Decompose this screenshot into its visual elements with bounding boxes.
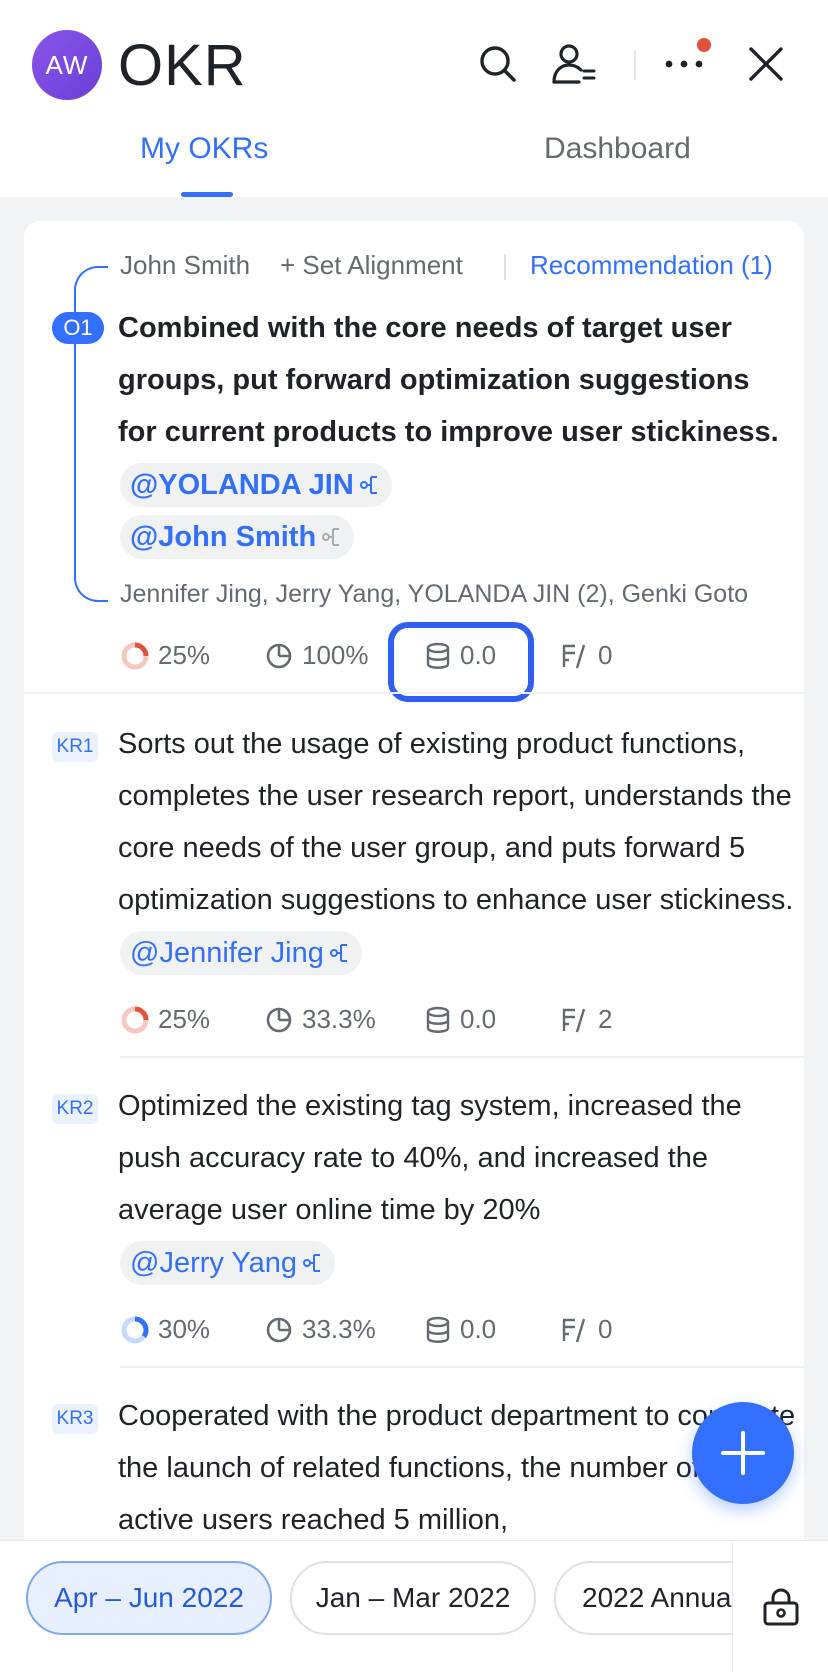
kr2-comments-stat[interactable]: 0 bbox=[560, 1314, 612, 1345]
kr2-text[interactable]: Optimized the existing tag system, incre… bbox=[118, 1080, 788, 1288]
progress-ring-icon bbox=[121, 1006, 149, 1033]
avatar[interactable]: AW bbox=[32, 30, 102, 100]
score-stack-icon bbox=[426, 1316, 450, 1343]
objective-owner[interactable]: John Smith bbox=[120, 250, 250, 281]
score-stack-icon bbox=[426, 1006, 450, 1033]
pie-chart-icon bbox=[266, 1317, 292, 1342]
comments-stat[interactable]: 0 bbox=[560, 640, 612, 671]
mention-yolanda-jin[interactable]: @YOLANDA JIN bbox=[120, 463, 392, 508]
app-header: AW OKR My OKRs Dashboard bbox=[0, 0, 828, 197]
weight-value: 33.3% bbox=[302, 1004, 376, 1034]
progress-value: 25% bbox=[158, 1004, 211, 1034]
divider bbox=[120, 1056, 804, 1058]
active-tab-indicator bbox=[181, 192, 233, 197]
kr1-text[interactable]: Sorts out the usage of existing product … bbox=[118, 718, 798, 978]
close-icon[interactable] bbox=[740, 38, 792, 90]
kr2-score-stat[interactable]: 0.0 bbox=[424, 1314, 496, 1345]
kr2-progress-stat[interactable]: 30% bbox=[120, 1314, 210, 1345]
objective-badge: O1 bbox=[52, 312, 104, 344]
score-highlight-box bbox=[388, 622, 534, 702]
progress-value: 30% bbox=[158, 1314, 211, 1344]
kr1-score-stat[interactable]: 0.0 bbox=[424, 1004, 496, 1035]
tab-dashboard[interactable]: Dashboard bbox=[544, 132, 691, 166]
comments-value: 0 bbox=[598, 640, 613, 670]
lock-button[interactable] bbox=[732, 1541, 828, 1672]
objective-text[interactable]: Combined with the core needs of target u… bbox=[118, 302, 788, 562]
kr1-weight-stat[interactable]: 33.3% bbox=[264, 1004, 376, 1035]
mention-jennifer-jing[interactable]: @Jennifer Jing bbox=[120, 931, 362, 976]
period-apr-jun-2022[interactable]: Apr – Jun 2022 bbox=[26, 1561, 272, 1635]
comments-value: 0 bbox=[598, 1314, 613, 1344]
kr1-comments-stat[interactable]: 2 bbox=[560, 1004, 612, 1035]
alignment-icon bbox=[329, 944, 347, 963]
comment-list-icon bbox=[562, 1318, 586, 1342]
search-icon[interactable] bbox=[472, 38, 524, 90]
weight-value: 33.3% bbox=[302, 1314, 376, 1344]
lock-icon bbox=[763, 1588, 798, 1626]
comments-value: 2 bbox=[598, 1004, 613, 1034]
mention-label: @Jerry Yang bbox=[130, 1247, 297, 1280]
kr1-progress-stat[interactable]: 25% bbox=[120, 1004, 210, 1035]
comment-list-icon bbox=[562, 1008, 586, 1032]
set-alignment-button[interactable]: + Set Alignment bbox=[280, 250, 463, 281]
pie-chart-icon bbox=[266, 1007, 292, 1032]
progress-stat[interactable]: 25% bbox=[120, 640, 210, 671]
tab-my-okrs[interactable]: My OKRs bbox=[140, 132, 268, 166]
alignment-icon bbox=[303, 1254, 320, 1273]
kr2-weight-stat[interactable]: 33.3% bbox=[264, 1314, 376, 1345]
mention-jerry-yang[interactable]: @Jerry Yang bbox=[120, 1241, 335, 1286]
separator bbox=[504, 254, 506, 280]
progress-ring-icon bbox=[121, 642, 149, 669]
alignment-icon bbox=[359, 476, 377, 495]
notification-dot bbox=[697, 38, 711, 52]
collaborators-list[interactable]: Jennifer Jing, Jerry Yang, YOLANDA JIN (… bbox=[120, 580, 780, 609]
page-title: OKR bbox=[118, 33, 247, 98]
mention-label: @YOLANDA JIN bbox=[130, 469, 354, 502]
comment-list-icon bbox=[562, 644, 586, 668]
mention-label: @John Smith bbox=[130, 521, 317, 554]
progress-value: 25% bbox=[158, 640, 211, 670]
alignment-icon bbox=[322, 528, 340, 547]
weight-stat[interactable]: 100% bbox=[264, 640, 369, 671]
recommendation-link[interactable]: Recommendation (1) bbox=[530, 250, 773, 281]
progress-ring-icon bbox=[121, 1316, 149, 1343]
kr2-description: Optimized the existing tag system, incre… bbox=[118, 1090, 742, 1226]
header-divider bbox=[634, 50, 636, 80]
assign-user-icon[interactable] bbox=[548, 38, 600, 90]
score-value: 0.0 bbox=[460, 1004, 497, 1034]
kr1-description: Sorts out the usage of existing product … bbox=[118, 728, 794, 916]
mention-label: @Jennifer Jing bbox=[130, 937, 324, 970]
kr1-badge: KR1 bbox=[52, 732, 98, 762]
pie-chart-icon bbox=[266, 643, 292, 668]
period-jan-mar-2022[interactable]: Jan – Mar 2022 bbox=[290, 1561, 536, 1635]
kr3-badge: KR3 bbox=[52, 1404, 98, 1434]
plus-icon bbox=[721, 1431, 765, 1475]
period-bar: Apr – Jun 2022 Jan – Mar 2022 2022 Annua… bbox=[0, 1540, 828, 1672]
mention-john-smith[interactable]: @John Smith bbox=[120, 515, 355, 560]
weight-value: 100% bbox=[302, 640, 369, 670]
kr2-badge: KR2 bbox=[52, 1094, 98, 1124]
divider bbox=[24, 692, 804, 694]
divider bbox=[120, 1366, 804, 1368]
score-value: 0.0 bbox=[460, 1314, 497, 1344]
add-button[interactable] bbox=[692, 1402, 794, 1504]
objective-description: Combined with the core needs of target u… bbox=[118, 312, 779, 448]
